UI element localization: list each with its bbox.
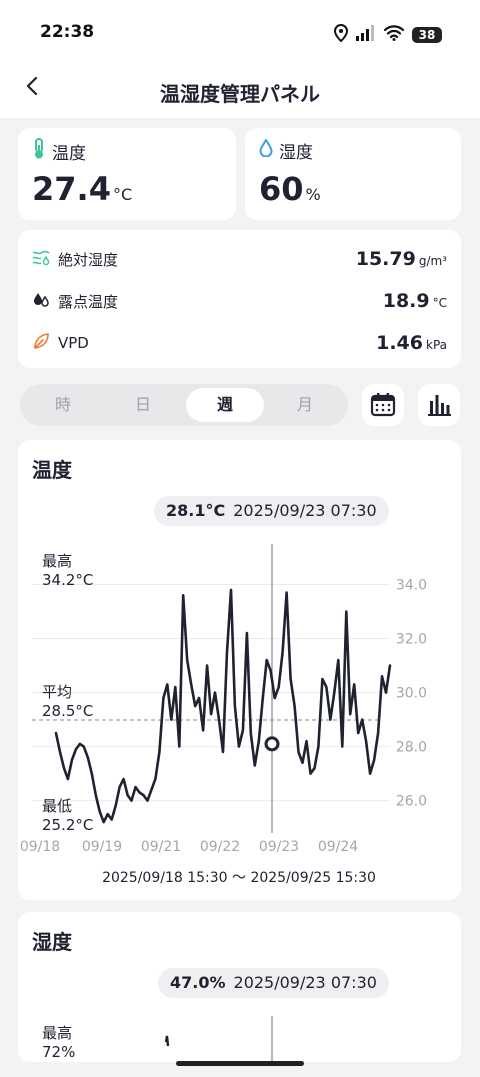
stat-value-absolute-humidity: 15.79 <box>355 248 416 270</box>
leaf-icon <box>32 332 50 354</box>
humidity-series-line <box>164 1035 170 1047</box>
chart-date-range: 2025/09/18 15:30 〜 2025/09/25 15:30 <box>102 870 376 886</box>
nav-bar: 温湿度管理パネル <box>0 64 480 118</box>
stat-row-absolute-humidity: 絶対湿度 15.79 g/m³ <box>32 245 447 273</box>
x-tick-label: 09/22 <box>200 839 240 855</box>
avg-value: 28.5°C <box>42 702 93 720</box>
stat-label-dew-point: 露点温度 <box>58 292 119 311</box>
stat-row-vpd: VPD 1.46 kPa <box>32 329 447 357</box>
x-tick-label: 09/24 <box>318 839 358 855</box>
tab-day[interactable]: 日 <box>104 388 182 422</box>
x-tick-label: 09/18 <box>20 839 60 855</box>
max-label: 最高 <box>42 552 72 570</box>
bar-chart-icon <box>428 395 451 416</box>
temperature-unit: °C <box>112 185 133 204</box>
humidity-max-label: 最高 <box>42 1024 72 1042</box>
x-tick-label: 09/19 <box>82 839 122 855</box>
thermometer-icon <box>32 138 46 165</box>
temperature-card: 温度 27.4 °C <box>18 128 236 220</box>
y-tick-label: 34.0 <box>396 578 427 594</box>
stats-card: 絶対湿度 15.79 g/m³ 露点温度 18.9 °C VPD 1.46 kPa <box>18 230 461 368</box>
stat-unit-absolute-humidity: g/m³ <box>418 254 447 268</box>
humidity-chart-card: 湿度 47.0% 2025/09/23 07:30 最高 72% <box>18 912 461 1062</box>
temperature-value: 27.4 <box>32 170 111 208</box>
droplet-icon <box>259 138 273 162</box>
stat-row-dew-point: 露点温度 18.9 °C <box>32 287 447 315</box>
temperature-chart-card: 温度 28.1°C 2025/09/23 07:30 34.0 32.0 30.0 28… <box>18 440 461 900</box>
stat-unit-dew-point: °C <box>432 296 447 310</box>
stat-value-vpd: 1.46 <box>376 332 423 354</box>
min-value: 25.2°C <box>42 816 93 834</box>
signal-icon <box>356 25 376 45</box>
tab-month[interactable]: 月 <box>266 388 344 422</box>
humidity-unit: % <box>305 185 321 204</box>
humidity-card: 湿度 60% <box>245 128 461 220</box>
temperature-line-chart[interactable]: 34.0 32.0 30.0 28.0 26.0 09/18 09/19 09/21 09/2… <box>18 440 461 900</box>
x-tick-label: 09/21 <box>141 839 181 855</box>
avg-label: 平均 <box>42 683 72 701</box>
min-label: 最低 <box>42 797 72 815</box>
x-tick-label: 09/23 <box>259 839 299 855</box>
status-icons: 38 <box>333 23 442 46</box>
temperature-label: 温度 <box>52 144 86 164</box>
page-title: 温湿度管理パネル <box>160 82 320 106</box>
tab-week[interactable]: 週 <box>186 388 264 422</box>
status-time: 22:38 <box>40 22 95 42</box>
absolute-humidity-icon <box>32 248 50 270</box>
y-tick-label: 30.0 <box>396 686 427 702</box>
max-value: 34.2°C <box>42 571 93 589</box>
calendar-button[interactable] <box>362 384 404 426</box>
stat-label-absolute-humidity: 絶対湿度 <box>58 250 119 269</box>
humidity-label: 湿度 <box>279 143 313 163</box>
status-bar: 22:38 38 <box>0 0 480 64</box>
humidity-line-chart[interactable]: 最高 72% <box>18 912 461 1062</box>
humidity-max-value: 72% <box>42 1043 75 1061</box>
wifi-icon <box>383 25 405 45</box>
bar-chart-button[interactable] <box>418 384 460 426</box>
home-indicator <box>176 1061 304 1066</box>
y-tick-label: 28.0 <box>396 740 427 756</box>
stat-unit-vpd: kPa <box>426 338 447 352</box>
period-selector: 時 日 週 月 <box>20 384 348 426</box>
stat-value-dew-point: 18.9 <box>382 290 430 312</box>
stat-label-vpd: VPD <box>58 334 89 352</box>
battery-indicator: 38 <box>412 27 442 43</box>
location-icon <box>333 23 349 46</box>
dew-point-icon <box>32 290 50 312</box>
tab-hour[interactable]: 時 <box>24 388 102 422</box>
y-tick-label: 26.0 <box>396 794 427 810</box>
calendar-icon <box>370 393 396 417</box>
y-tick-label: 32.0 <box>396 632 427 648</box>
humidity-value: 60 <box>259 170 304 208</box>
temperature-series-line <box>54 588 392 824</box>
highlight-point[interactable] <box>264 736 280 752</box>
